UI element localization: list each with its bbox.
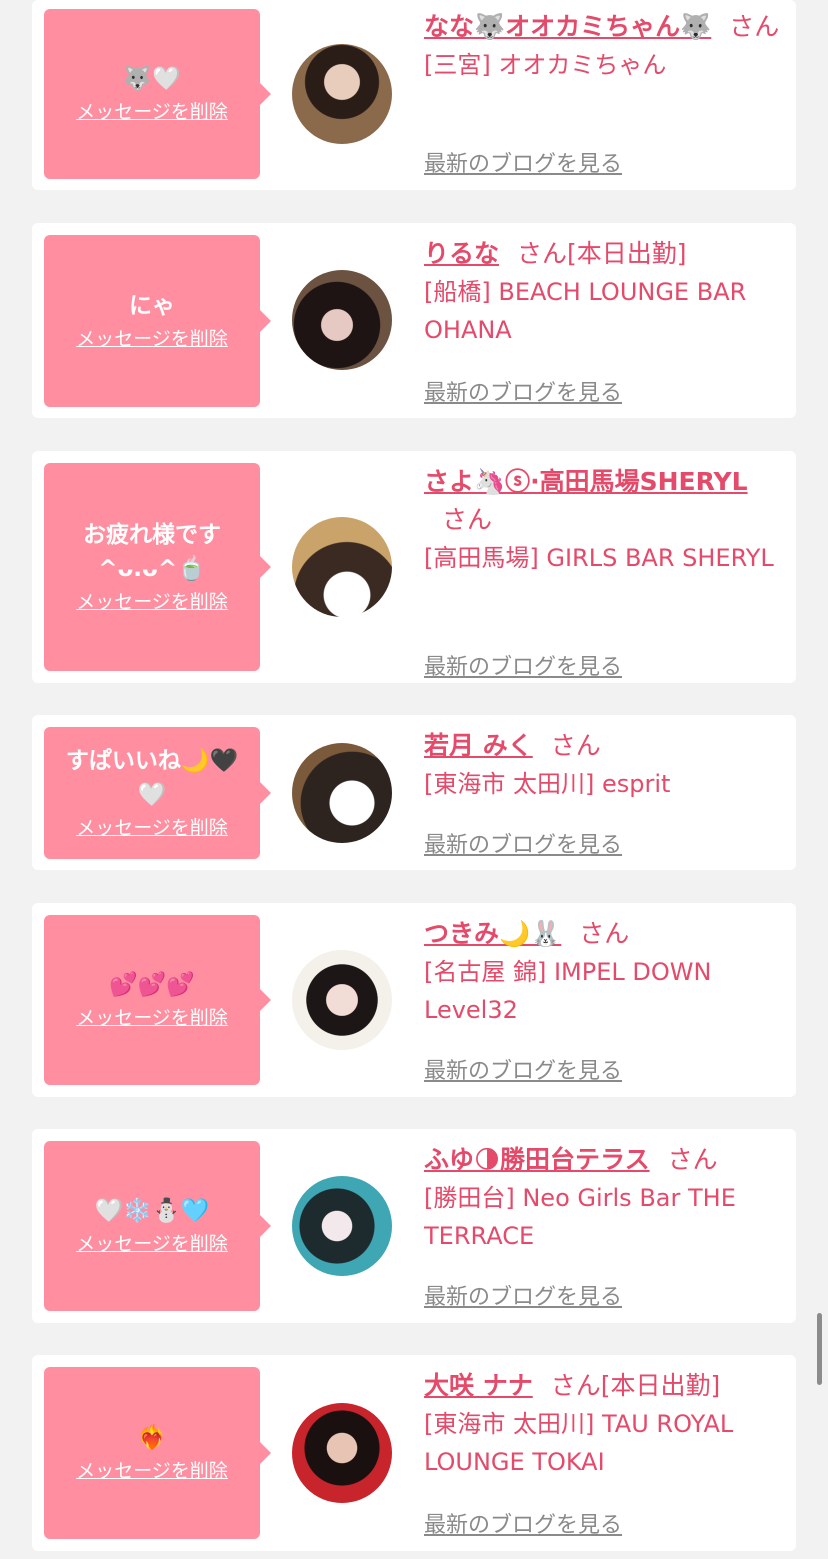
profile-info: 若月 みく さん [東海市 太田川] esprit 最新のブログを見る xyxy=(424,727,782,858)
honorific: さん xyxy=(550,731,601,760)
latest-blog-link[interactable]: 最新のブログを見る xyxy=(424,649,622,681)
avatar[interactable] xyxy=(292,270,392,370)
message-card: すぱいいね🌙🖤🤍 メッセージを削除 若月 みく さん [東海市 太田川] espr… xyxy=(32,715,796,870)
avatar[interactable] xyxy=(292,1403,392,1503)
message-bubble: にゃ メッセージを削除 xyxy=(44,235,271,407)
delete-message-link[interactable]: メッセージを削除 xyxy=(76,325,228,353)
name-line: りるな さん[本日出勤] xyxy=(424,235,782,273)
message-bubble: 🐺🤍 メッセージを削除 xyxy=(44,9,271,179)
delete-message-link[interactable]: メッセージを削除 xyxy=(76,1230,228,1258)
girl-name-link[interactable]: 大咲 ナナ xyxy=(424,1371,533,1400)
latest-blog-link[interactable]: 最新のブログを見る xyxy=(424,375,622,407)
message-text: 🤍❄️⛄🩵 xyxy=(94,1198,210,1224)
latest-blog-link[interactable]: 最新のブログを見る xyxy=(424,1053,622,1085)
message-card: お疲れ様です^ᴗ.ᴗ^🍵 メッセージを削除 さよ🦄ⓢ·高田馬場SHERYL さん … xyxy=(32,451,796,683)
profile-info: 大咲 ナナ さん[本日出勤] [東海市 太田川] TAU ROYAL LOUNGE… xyxy=(424,1367,782,1538)
avatar[interactable] xyxy=(292,44,392,144)
delete-message-link[interactable]: メッセージを削除 xyxy=(76,588,228,616)
name-line: さよ🦄ⓢ·高田馬場SHERYL さん xyxy=(424,463,782,539)
honorific: さん xyxy=(550,1371,601,1400)
name-line: ふゆ🌗勝田台テラス さん xyxy=(424,1141,782,1179)
message-text: すぱいいね🌙🖤🤍 xyxy=(65,748,239,808)
girl-name-link[interactable]: 若月 みく xyxy=(424,731,533,760)
message-text: お疲れ様です^ᴗ.ᴗ^🍵 xyxy=(83,522,221,582)
delete-message-link[interactable]: メッセージを削除 xyxy=(76,814,228,842)
delete-message-link[interactable]: メッセージを削除 xyxy=(76,1004,228,1032)
avatar[interactable] xyxy=(292,517,392,617)
avatar[interactable] xyxy=(292,950,392,1050)
profile-info: つきみ🌙🐰 さん [名古屋 錦] IMPEL DOWN Level32 最新のブロ… xyxy=(424,915,782,1084)
scrollbar-thumb[interactable] xyxy=(817,1313,822,1385)
latest-blog-link[interactable]: 最新のブログを見る xyxy=(424,1279,622,1311)
latest-blog-link[interactable]: 最新のブログを見る xyxy=(424,1507,622,1539)
honorific: さん xyxy=(729,12,780,41)
message-card: 🤍❄️⛄🩵 メッセージを削除 ふゆ🌗勝田台テラス さん [勝田台] Neo Gir… xyxy=(32,1129,796,1323)
message-card: 🐺🤍 メッセージを削除 なな🐺オオカミちゃん🐺 さん [三宮] オオカミちゃん 最… xyxy=(32,0,796,190)
status-badge: [本日出勤] xyxy=(567,239,687,268)
message-card: ❤️‍🔥 メッセージを削除 大咲 ナナ さん[本日出勤] [東海市 太田川] TA… xyxy=(32,1355,796,1551)
shop-name: [高田馬場] GIRLS BAR SHERYL xyxy=(424,544,774,572)
profile-info: なな🐺オオカミちゃん🐺 さん [三宮] オオカミちゃん 最新のブログを見る xyxy=(424,8,782,177)
message-text: にゃ xyxy=(129,293,175,319)
avatar[interactable] xyxy=(292,1176,392,1276)
message-bubble: お疲れ様です^ᴗ.ᴗ^🍵 メッセージを削除 xyxy=(44,463,271,671)
avatar[interactable] xyxy=(292,743,392,843)
name-line: 若月 みく さん xyxy=(424,727,782,765)
message-card: にゃ メッセージを削除 りるな さん[本日出勤] [船橋] BEACH LOUNG… xyxy=(32,223,796,418)
message-text: 🐺🤍 xyxy=(123,66,181,92)
profile-info: ふゆ🌗勝田台テラス さん [勝田台] Neo Girls Bar THE TERR… xyxy=(424,1141,782,1310)
honorific: さん xyxy=(667,1145,718,1174)
honorific: さん xyxy=(442,505,493,534)
message-bubble: ❤️‍🔥 メッセージを削除 xyxy=(44,1367,271,1539)
profile-info: さよ🦄ⓢ·高田馬場SHERYL さん [高田馬場] GIRLS BAR SHERY… xyxy=(424,463,782,680)
shop-name: [東海市 太田川] TAU ROYAL LOUNGE TOKAI xyxy=(424,1410,734,1476)
delete-message-link[interactable]: メッセージを削除 xyxy=(76,1457,228,1485)
shop-name: [東海市 太田川] esprit xyxy=(424,770,671,798)
message-text: ❤️‍🔥 xyxy=(137,1425,167,1451)
message-text: 💕💕💕 xyxy=(109,972,195,998)
girl-name-link[interactable]: りるな xyxy=(424,239,499,268)
name-line: なな🐺オオカミちゃん🐺 さん xyxy=(424,8,782,46)
shop-name: [三宮] オオカミちゃん xyxy=(424,51,667,79)
honorific: さん xyxy=(517,239,568,268)
message-bubble: 🤍❄️⛄🩵 メッセージを削除 xyxy=(44,1141,271,1311)
name-line: 大咲 ナナ さん[本日出勤] xyxy=(424,1367,782,1405)
profile-info: りるな さん[本日出勤] [船橋] BEACH LOUNGE BAR OHANA … xyxy=(424,235,782,406)
message-bubble: すぱいいね🌙🖤🤍 メッセージを削除 xyxy=(44,727,271,859)
honorific: さん xyxy=(579,919,630,948)
shop-name: [船橋] BEACH LOUNGE BAR OHANA xyxy=(424,278,747,344)
girl-name-link[interactable]: さよ🦄ⓢ·高田馬場SHERYL xyxy=(424,467,748,496)
status-badge: [本日出勤] xyxy=(600,1371,721,1400)
girl-name-link[interactable]: ふゆ🌗勝田台テラス xyxy=(424,1145,650,1174)
shop-name: [名古屋 錦] IMPEL DOWN Level32 xyxy=(424,958,712,1024)
shop-name: [勝田台] Neo Girls Bar THE TERRACE xyxy=(424,1184,736,1250)
message-bubble: 💕💕💕 メッセージを削除 xyxy=(44,915,271,1085)
name-line: つきみ🌙🐰 さん xyxy=(424,915,782,953)
latest-blog-link[interactable]: 最新のブログを見る xyxy=(424,146,622,178)
latest-blog-link[interactable]: 最新のブログを見る xyxy=(424,827,622,859)
delete-message-link[interactable]: メッセージを削除 xyxy=(76,98,228,126)
girl-name-link[interactable]: つきみ🌙🐰 xyxy=(424,919,561,948)
message-card: 💕💕💕 メッセージを削除 つきみ🌙🐰 さん [名古屋 錦] IMPEL DOWN … xyxy=(32,903,796,1097)
girl-name-link[interactable]: なな🐺オオカミちゃん🐺 xyxy=(424,12,711,41)
